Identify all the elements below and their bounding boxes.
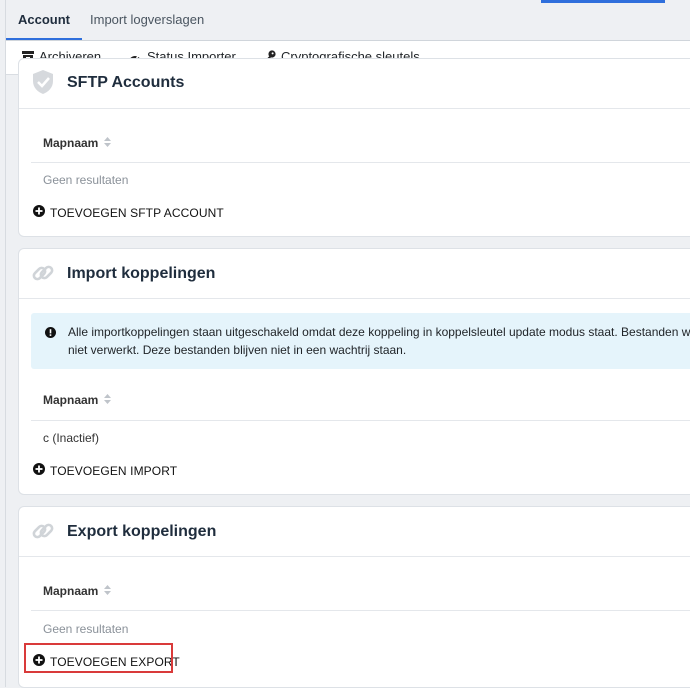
link-icon xyxy=(31,519,55,548)
sftp-card-header: SFTP Accounts xyxy=(19,59,690,109)
tab-account[interactable]: Account xyxy=(6,0,82,40)
link-icon xyxy=(31,261,55,290)
info-icon xyxy=(45,325,56,343)
tab-bar: Account Import logverslagen xyxy=(6,0,690,41)
sort-icon xyxy=(104,584,112,598)
export-empty-text: Geen resultaten xyxy=(43,622,129,636)
plus-circle-icon xyxy=(33,463,45,478)
left-border xyxy=(5,0,6,687)
import-info-alert: Alle importkoppelingen staan uitgeschake… xyxy=(31,313,690,369)
sort-icon xyxy=(104,393,112,407)
import-koppelingen-card: Import koppelingen Alle importkoppelinge… xyxy=(18,248,690,495)
import-alert-text: Alle importkoppelingen staan uitgeschake… xyxy=(68,325,690,357)
import-header-divider xyxy=(31,420,690,421)
plus-circle-icon xyxy=(33,205,45,220)
import-column-mapnaam[interactable]: Mapnaam xyxy=(43,393,112,407)
import-column-label: Mapnaam xyxy=(43,393,99,407)
add-import-label: TOEVOEGEN IMPORT xyxy=(50,463,178,478)
shield-check-icon xyxy=(31,69,55,100)
add-sftp-account-label: TOEVOEGEN SFTP ACCOUNT xyxy=(50,205,224,220)
sftp-column-label: Mapnaam xyxy=(43,136,99,150)
sftp-header-divider xyxy=(31,162,690,163)
sftp-column-mapnaam[interactable]: Mapnaam xyxy=(43,136,112,150)
sftp-empty-text: Geen resultaten xyxy=(43,173,129,187)
export-card-title: Export koppelingen xyxy=(67,523,217,540)
export-column-label: Mapnaam xyxy=(43,584,99,598)
tab-import-logverslagen[interactable]: Import logverslagen xyxy=(90,0,204,40)
highlight-box xyxy=(24,643,173,673)
import-card-title: Import koppelingen xyxy=(67,265,216,282)
export-header-divider xyxy=(31,610,690,611)
add-sftp-account-button[interactable]: TOEVOEGEN SFTP ACCOUNT xyxy=(33,205,224,220)
import-row-item[interactable]: c (Inactief) xyxy=(43,431,99,445)
sort-icon xyxy=(104,136,112,150)
scroll-indicator xyxy=(541,0,665,3)
sftp-card-title: SFTP Accounts xyxy=(67,74,185,91)
sftp-accounts-card: SFTP Accounts Mapnaam Geen resultaten TO… xyxy=(18,58,690,237)
export-column-mapnaam[interactable]: Mapnaam xyxy=(43,584,112,598)
add-import-button[interactable]: TOEVOEGEN IMPORT xyxy=(33,463,177,478)
export-card-header: Export koppelingen xyxy=(19,507,690,557)
import-card-header: Import koppelingen xyxy=(19,249,690,299)
